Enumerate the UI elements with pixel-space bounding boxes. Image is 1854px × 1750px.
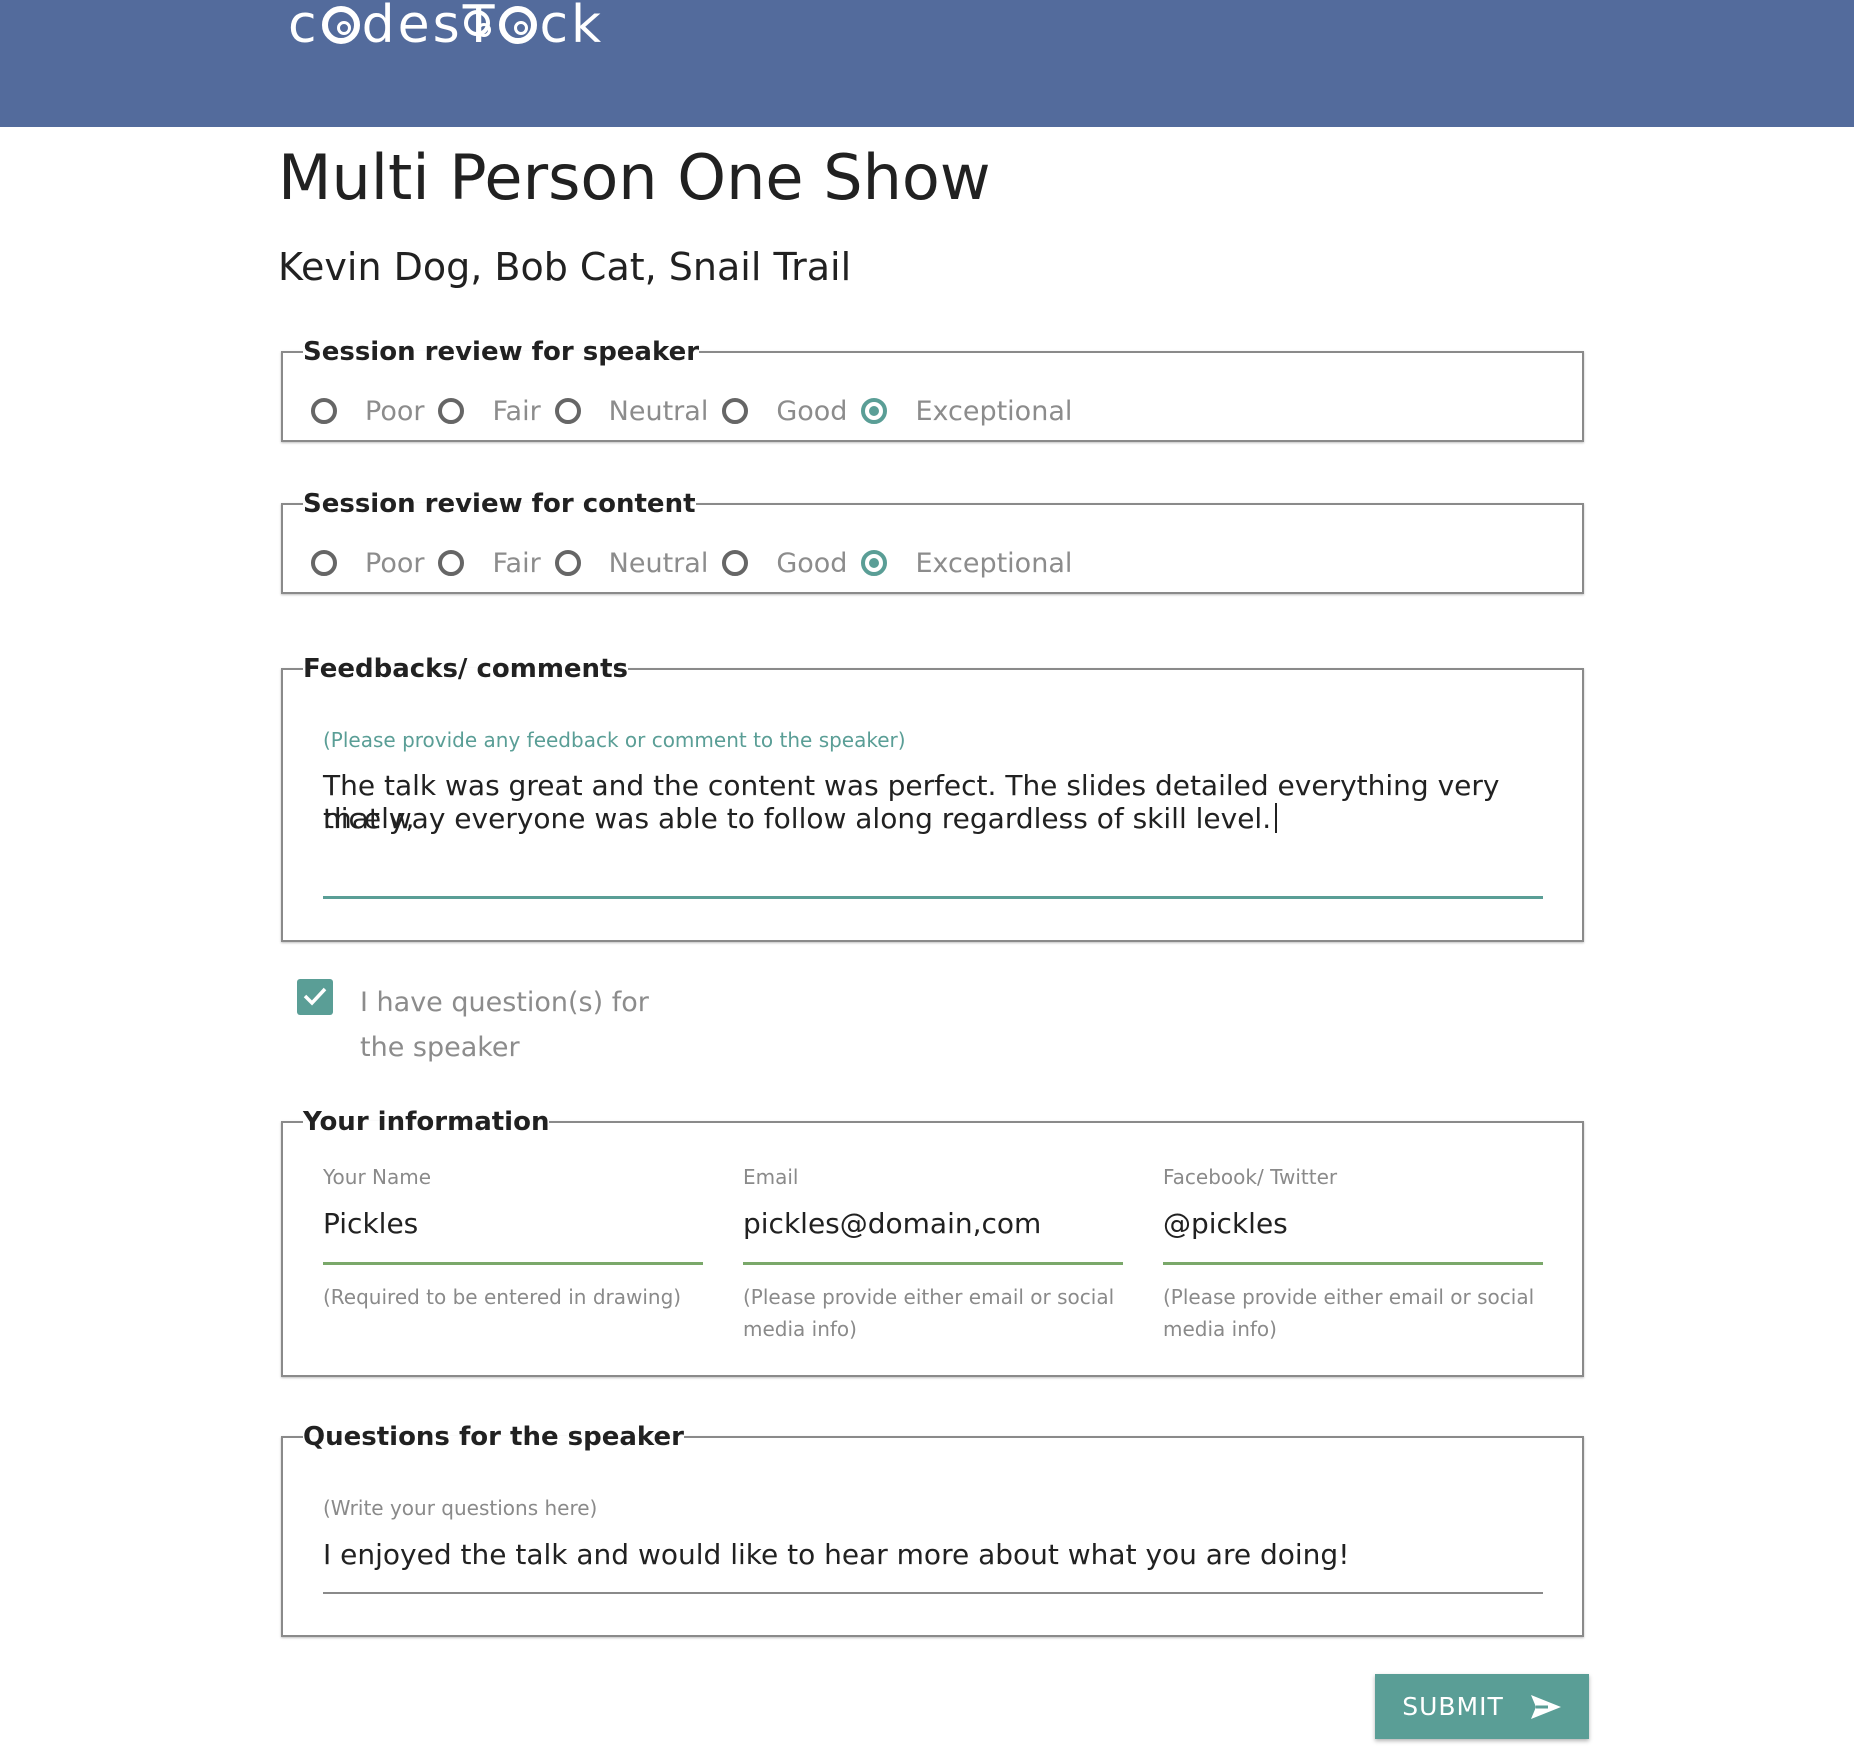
radio-label: Good [776, 547, 848, 579]
name-label: Your Name [323, 1165, 432, 1189]
your-info-fieldset: Your information Your Name Pickles (Requ… [281, 1107, 1584, 1377]
your-info-legend: Your information [303, 1107, 550, 1137]
speaker-review-fieldset: Session review for speaker Poor Fair Neu… [281, 337, 1584, 442]
speaker-radio-good[interactable]: Good [722, 396, 861, 427]
send-icon [1530, 1694, 1561, 1719]
speaker-review-options: Poor Fair Neutral Good Exceptional [311, 391, 1086, 431]
content-radio-poor[interactable]: Poor [311, 548, 438, 579]
radio-label: Exceptional [915, 547, 1073, 579]
content-radio-good[interactable]: Good [722, 548, 861, 579]
radio-circle[interactable] [554, 398, 581, 424]
questions-legend: Questions for the speaker [303, 1422, 684, 1452]
radio-circle[interactable] [861, 398, 888, 424]
questions-checkbox-label[interactable]: I have question(s) for the speaker [360, 980, 680, 1070]
radio-circle[interactable] [722, 550, 749, 576]
page-title: Multi Person One Show [278, 141, 991, 214]
feedback-legend: Feedbacks/ comments [303, 654, 628, 684]
questions-hint: (Write your questions here) [323, 1496, 598, 1520]
checkmark-icon [303, 987, 327, 1006]
questions-fieldset: Questions for the speaker (Write your qu… [281, 1422, 1584, 1637]
content-radio-fair[interactable]: Fair [438, 548, 554, 579]
submit-label: SUBMIT [1402, 1692, 1504, 1721]
questions-checkbox[interactable] [297, 979, 333, 1015]
social-underline [1163, 1262, 1543, 1265]
feedback-text-line2: that way everyone was able to follow alo… [323, 802, 1272, 835]
social-label: Facebook/ Twitter [1163, 1165, 1338, 1189]
radio-circle[interactable] [311, 550, 337, 576]
content-review-fieldset: Session review for content Poor Fair Neu… [281, 489, 1584, 594]
radio-label: Good [776, 395, 848, 427]
feedback-underline [323, 896, 1543, 899]
questions-underline [323, 1592, 1543, 1594]
speaker-radio-exceptional[interactable]: Exceptional [861, 396, 1086, 427]
speaker-radio-fair[interactable]: Fair [438, 396, 554, 427]
speaker-radio-poor[interactable]: Poor [311, 396, 438, 427]
radio-label: Poor [365, 395, 425, 427]
name-help: (Required to be entered in drawing) [323, 1285, 682, 1309]
questions-text: I enjoyed the talk and would like to hea… [323, 1538, 1350, 1571]
feedback-fieldset: Feedbacks/ comments (Please provide any … [281, 654, 1584, 942]
social-input[interactable]: @pickles [1163, 1207, 1543, 1240]
radio-circle[interactable] [438, 550, 465, 576]
feedback-hint: (Please provide any feedback or comment … [323, 728, 906, 752]
logo-wordmark: c desT ck [288, 0, 605, 55]
radio-label: Neutral [608, 547, 709, 579]
name-input[interactable]: Pickles [323, 1207, 703, 1240]
feedback-text-line2-wrap: that way everyone was able to follow alo… [323, 802, 1278, 835]
radio-label: Neutral [608, 395, 709, 427]
radio-label: Fair [492, 547, 541, 579]
text-cursor [1275, 803, 1278, 833]
content-radio-exceptional[interactable]: Exceptional [861, 548, 1086, 579]
email-field-group: Email pickles@domain,com (Please provide… [743, 1165, 1123, 1345]
radio-circle[interactable] [861, 550, 888, 576]
radio-circle[interactable] [438, 398, 465, 424]
speaker-radio-neutral[interactable]: Neutral [554, 395, 723, 427]
content-review-legend: Session review for content [303, 489, 696, 519]
content-review-options: Poor Fair Neutral Good Exceptional [311, 543, 1086, 583]
header-bar: codestock cdesTck [0, 0, 1854, 127]
email-label: Email [743, 1165, 799, 1189]
radio-label: Poor [365, 547, 425, 579]
radio-circle[interactable] [722, 398, 749, 424]
name-field-group: Your Name Pickles (Required to be entere… [323, 1165, 703, 1313]
social-field-group: Facebook/ Twitter @pickles (Please provi… [1163, 1165, 1543, 1345]
email-help: (Please provide either email or social m… [743, 1285, 1115, 1341]
name-underline [323, 1262, 703, 1265]
radio-label: Exceptional [915, 395, 1073, 427]
radio-circle[interactable] [311, 398, 337, 424]
content-radio-neutral[interactable]: Neutral [554, 547, 723, 579]
radio-circle[interactable] [554, 550, 581, 576]
speaker-review-legend: Session review for speaker [303, 337, 700, 367]
submit-button[interactable]: SUBMIT [1375, 1674, 1589, 1739]
email-input[interactable]: pickles@domain,com [743, 1207, 1123, 1240]
email-underline [743, 1262, 1123, 1265]
codestock-logo[interactable]: codestock cdesTck [288, 0, 604, 52]
social-help: (Please provide either email or social m… [1163, 1285, 1535, 1341]
radio-label: Fair [492, 395, 541, 427]
speakers-list: Kevin Dog, Bob Cat, Snail Trail [278, 245, 852, 289]
